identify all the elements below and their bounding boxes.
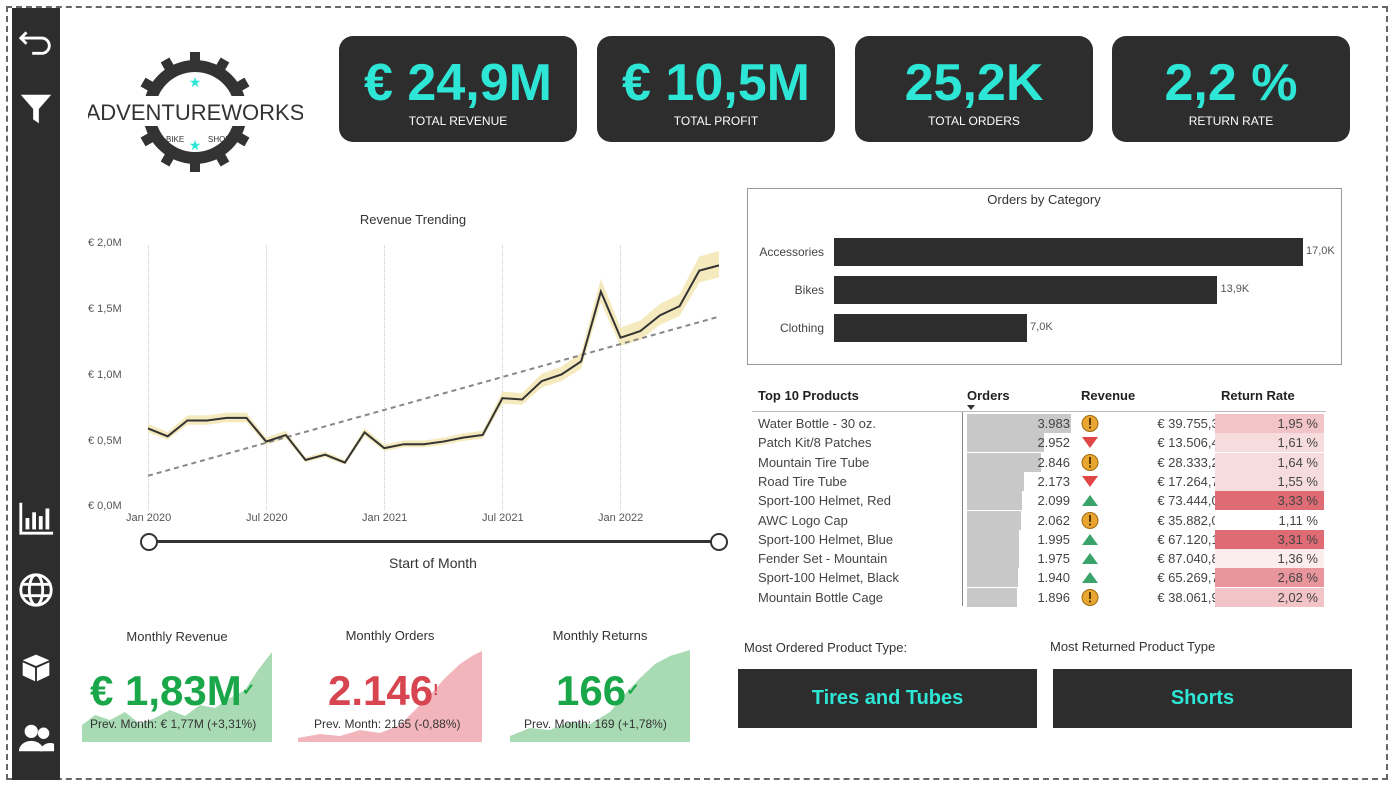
most-ordered-value: Tires and Tubes	[738, 669, 1037, 728]
monthly-revenue-title: Monthly Revenue	[126, 629, 228, 644]
most-returned-label: Most Returned Product Type	[1050, 639, 1216, 654]
monthly-returns-title: Monthly Returns	[552, 628, 648, 643]
most-ordered-label: Most Ordered Product Type:	[744, 640, 908, 655]
most-returned-value: Shorts	[1053, 669, 1352, 728]
monthly-returns-value: 166✓	[556, 667, 640, 714]
monthly-orders-value: 2.146!	[328, 667, 439, 714]
monthly-orders-title: Monthly Orders	[345, 628, 435, 643]
monthly-revenue-value: € 1,83M✓	[90, 667, 256, 714]
check-icon: ✓	[626, 682, 640, 699]
monthly-revenue-prev: Prev. Month: € 1,77M (+3,31%)	[90, 717, 257, 731]
monthly-returns-prev: Prev. Month: 169 (+1,78%)	[524, 717, 667, 731]
alert-icon: !	[433, 682, 439, 699]
monthly-orders-prev: Prev. Month: 2165 (-0,88%)	[314, 717, 461, 731]
check-icon: ✓	[241, 682, 256, 699]
